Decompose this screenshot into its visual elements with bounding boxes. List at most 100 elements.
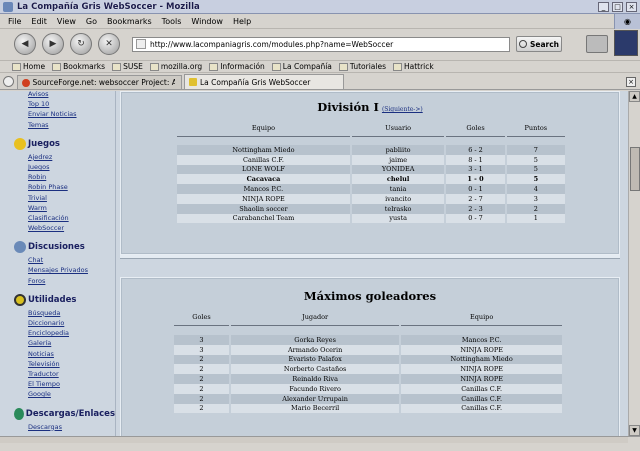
sidebar-link[interactable]: Robin Phase [28,182,115,192]
folder-icon [338,62,348,71]
team-cell: Nottingham Miedo [401,354,562,365]
section-title: Utilidades [28,294,77,305]
sidebar-link[interactable]: Robin [28,172,115,182]
user-cell: chelul [351,174,445,185]
points-cell: 7 [506,145,565,155]
player-cell: Reinaldo Riva [230,374,400,384]
mozilla-icon [149,62,159,71]
stop-button[interactable]: ✕ [98,33,120,55]
goals-cell: 2 - 7 [446,193,505,204]
menu-window[interactable]: Window [191,17,223,26]
menu-edit[interactable]: Edit [31,17,47,26]
reload-button[interactable]: ↻ [70,33,92,55]
sidebar-link[interactable]: Clasificación [28,213,115,223]
close-window-button[interactable]: × [626,1,637,12]
sourceforge-icon [22,78,30,87]
sidebar-link[interactable]: Galería [28,338,115,348]
print-icon[interactable] [586,35,608,53]
tab-sourceforge[interactable]: SourceForge.net: websoccer Project: A... [17,75,182,89]
column-header: Usuario [351,119,445,137]
sidebar-link[interactable]: Foros [28,276,115,286]
sidebar-link[interactable]: Enviar Noticias [28,109,115,119]
close-tab-icon[interactable]: × [626,77,636,87]
menu-file[interactable]: File [8,17,21,26]
column-header: Jugador [230,308,400,326]
bookmark-tutoriales[interactable]: Tutoriales [338,62,386,71]
menu-bookmarks[interactable]: Bookmarks [107,17,152,26]
sidebar-link[interactable]: Temas [28,120,115,130]
sidebar-link[interactable]: Enciclopedia [28,328,115,338]
star-icon [14,137,26,150]
sidebar-link[interactable]: Ajedrez [28,152,115,162]
scroll-up-arrow-icon[interactable]: ▲ [629,91,640,102]
scorers-table: Goles Jugador Equipo 3 Gorka Reyes Mancos … [172,308,564,414]
sidebar-link[interactable]: Top 10 [28,99,115,109]
forward-button[interactable]: ▶ [42,33,64,55]
sidebar-link[interactable]: Traductor [28,369,115,379]
team-cell: Cacavaca [177,174,350,185]
back-button[interactable]: ◀ [14,33,36,55]
standings-header-row: Equipo Usuario Goles Puntos [177,119,565,137]
user-cell: pabliito [351,145,445,155]
sidebar-link[interactable]: Televisión [28,359,115,369]
column-header: Goles [174,308,229,326]
sidebar-link[interactable]: Juegos [28,162,115,172]
next-division-link[interactable]: (Siguiente->) [382,106,423,113]
sidebar-link[interactable]: Warm [28,203,115,213]
url-field[interactable]: http://www.lacompaniagris.com/modules.ph… [132,36,510,52]
sidebar-link[interactable]: Chat [28,255,115,265]
table-row: 3 Armando Ocerin NINJA ROPE [174,344,562,355]
table-row: 2 Mario Becerril Canillas C.F. [174,403,562,414]
menu-view[interactable]: View [57,17,76,26]
throbber-icon[interactable]: ◉ [614,13,640,29]
bookmark-home[interactable]: Home [12,62,45,71]
main-pane: División I (Siguiente->) Equipo Usuario G… [117,91,628,436]
bookmark-suse[interactable]: SUSE [112,62,143,71]
team-cell: Nottingham Miedo [177,145,350,155]
bookmark-la-compania[interactable]: La Compañía [271,62,332,71]
people-icon [14,241,26,254]
sidebar-link[interactable]: Avisos [28,91,115,99]
bookmark-hattrick[interactable]: Hattrick [392,62,434,71]
user-cell: YONIDEA [351,164,445,175]
tab-strip: SourceForge.net: websoccer Project: A...… [0,74,640,90]
user-cell: ivancito [351,193,445,204]
sidebar-link[interactable]: Búsqueda [28,308,115,318]
sidebar-link[interactable]: Mensajes Privados [28,265,115,275]
scrollbar-thumb[interactable] [630,147,640,191]
bookmark-mozilla[interactable]: mozilla.org [149,62,202,71]
bookmark-informacion[interactable]: Información [209,62,265,71]
sidebar-link[interactable]: Descargas [28,422,115,432]
menu-go[interactable]: Go [86,17,97,26]
menu-help[interactable]: Help [233,17,251,26]
team-cell: Canillas C.F. [401,403,562,414]
horizontal-scrollbar[interactable] [0,437,628,443]
menu-tools[interactable]: Tools [162,17,182,26]
sidebar-link[interactable]: Noticias [28,349,115,359]
maximize-button[interactable]: □ [612,1,623,12]
sidebar-link[interactable]: Diccionario [28,318,115,328]
scorers-title: Máximos goleadores [303,289,437,303]
bookmark-bookmarks[interactable]: Bookmarks [52,62,105,71]
vertical-scrollbar[interactable]: ▲ ▼ [628,91,640,436]
search-button[interactable]: Search [516,36,562,52]
scroll-down-arrow-icon[interactable]: ▼ [629,425,640,436]
sidebar-link[interactable]: WebSoccer [28,223,115,233]
table-row-highlighted: Cacavaca chelul 1 - 05 [177,174,565,185]
minimize-button[interactable]: _ [598,1,609,12]
table-row: NINJA ROPE ivancito 2 - 73 [177,193,565,204]
folder-icon [209,62,219,71]
sidebar-link[interactable]: Trivial [28,193,115,203]
team-cell: Carabanchel Team [177,213,350,224]
tab-websoccer[interactable]: La Compañía Gris WebSoccer [184,74,344,89]
goals-cell: 2 - 3 [446,203,505,214]
sidebar-link[interactable]: El Tiempo [28,379,115,389]
new-tab-icon[interactable] [3,76,14,87]
user-cell: telrasko [351,203,445,214]
player-cell: Alexander Urrupain [230,393,400,404]
search-icon [518,40,527,48]
sidebar-link[interactable]: Google [28,389,115,399]
folder-icon [271,62,281,71]
goals-cell: 2 [174,393,229,404]
column-header: Equipo [177,119,350,137]
